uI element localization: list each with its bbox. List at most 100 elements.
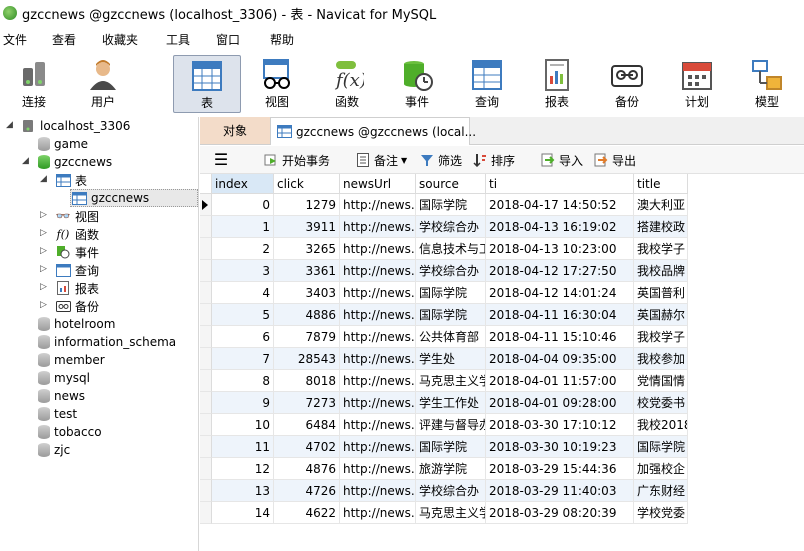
event-button[interactable]: 事件 bbox=[383, 55, 451, 113]
row-header[interactable] bbox=[200, 480, 212, 502]
tree-db-tobacco[interactable]: tobacco bbox=[38, 423, 102, 441]
row-header[interactable] bbox=[200, 370, 212, 392]
cell-click[interactable]: 3361 bbox=[274, 260, 340, 282]
cell-click[interactable]: 4886 bbox=[274, 304, 340, 326]
cell-index[interactable]: 0 bbox=[212, 194, 274, 216]
tree-db-hotelroom[interactable]: hotelroom bbox=[38, 315, 115, 333]
cell-ti[interactable]: 2018-04-17 14:50:52 bbox=[486, 194, 634, 216]
cell-newsurl[interactable]: http://news.g bbox=[340, 326, 416, 348]
row-header[interactable] bbox=[200, 326, 212, 348]
cell-index[interactable]: 6 bbox=[212, 326, 274, 348]
table-row[interactable]: 5 4886 http://news.g 国际学院 2018-04-11 16:30:0… bbox=[200, 304, 688, 326]
row-header[interactable] bbox=[200, 194, 212, 216]
cell-title[interactable]: 澳大利亚 bbox=[634, 194, 688, 216]
cell-source[interactable]: 马克思主义学 bbox=[416, 370, 486, 392]
cell-index[interactable]: 7 bbox=[212, 348, 274, 370]
cell-source[interactable]: 学校综合办 bbox=[416, 260, 486, 282]
cell-source[interactable]: 信息技术与工 bbox=[416, 238, 486, 260]
cell-source[interactable]: 国际学院 bbox=[416, 282, 486, 304]
menu-file[interactable]: 文件 bbox=[3, 31, 27, 48]
menu-view[interactable]: 查看 bbox=[52, 31, 76, 48]
row-header[interactable] bbox=[200, 216, 212, 238]
row-header[interactable] bbox=[200, 458, 212, 480]
cell-source[interactable]: 学生处 bbox=[416, 348, 486, 370]
export-button[interactable]: 导出 bbox=[593, 151, 636, 169]
connection-button[interactable]: 连接 bbox=[0, 55, 68, 113]
cell-source[interactable]: 评建与督导办 bbox=[416, 414, 486, 436]
cell-index[interactable]: 12 bbox=[212, 458, 274, 480]
column-header-title[interactable]: title bbox=[634, 174, 688, 194]
tree-db-mysql[interactable]: mysql bbox=[38, 369, 90, 387]
collapse-arrow-icon[interactable]: ◢ bbox=[40, 174, 47, 184]
table-row[interactable]: 9 7273 http://news.g 学生工作处 2018-04-01 09:28:… bbox=[200, 392, 688, 414]
model-button[interactable]: 模型 bbox=[733, 55, 801, 113]
tab-table-gzccnews[interactable]: gzccnews @gzccnews (local... bbox=[270, 117, 476, 145]
table-row[interactable]: 2 3265 http://news.g 信息技术与工 2018-04-13 10:23… bbox=[200, 238, 688, 260]
cell-ti[interactable]: 2018-04-04 09:35:00 bbox=[486, 348, 634, 370]
cell-source[interactable]: 学生工作处 bbox=[416, 392, 486, 414]
menu-help[interactable]: 帮助 bbox=[270, 31, 294, 48]
cell-newsurl[interactable]: http://news.g bbox=[340, 458, 416, 480]
tree-db-gzccnews[interactable]: gzccnews bbox=[38, 153, 112, 171]
column-header-newsurl[interactable]: newsUrl bbox=[340, 174, 416, 194]
cell-title[interactable]: 学校党委 bbox=[634, 502, 688, 524]
cell-newsurl[interactable]: http://news.g bbox=[340, 370, 416, 392]
cell-click[interactable]: 4702 bbox=[274, 436, 340, 458]
table-row[interactable]: 13 4726 http://news.g 学校综合办 2018-03-29 11:40… bbox=[200, 480, 688, 502]
cell-source[interactable]: 公共体育部 bbox=[416, 326, 486, 348]
tree-tables-group[interactable]: 表 bbox=[55, 171, 87, 189]
expand-arrow-icon[interactable]: ▷ bbox=[40, 246, 47, 256]
tree-events-group[interactable]: 事件 bbox=[55, 243, 99, 261]
schedule-button[interactable]: 计划 bbox=[663, 55, 731, 113]
cell-title[interactable]: 我校参加 bbox=[634, 348, 688, 370]
cell-newsurl[interactable]: http://news.g bbox=[340, 216, 416, 238]
cell-index[interactable]: 13 bbox=[212, 480, 274, 502]
cell-title[interactable]: 校党委书 bbox=[634, 392, 688, 414]
row-header[interactable] bbox=[200, 392, 212, 414]
cell-title[interactable]: 我校学子 bbox=[634, 326, 688, 348]
cell-index[interactable]: 9 bbox=[212, 392, 274, 414]
collapse-arrow-icon[interactable]: ◢ bbox=[6, 120, 13, 130]
tree-reports-group[interactable]: 报表 bbox=[55, 279, 99, 297]
cell-index[interactable]: 3 bbox=[212, 260, 274, 282]
expand-arrow-icon[interactable]: ▷ bbox=[40, 264, 47, 274]
cell-title[interactable]: 广东财经 bbox=[634, 480, 688, 502]
cell-click[interactable]: 3911 bbox=[274, 216, 340, 238]
row-header[interactable] bbox=[200, 282, 212, 304]
expand-arrow-icon[interactable]: ▷ bbox=[40, 300, 47, 310]
cell-click[interactable]: 4876 bbox=[274, 458, 340, 480]
table-row[interactable]: 10 6484 http://news.g 评建与督导办 2018-03-30 17:1… bbox=[200, 414, 688, 436]
cell-click[interactable]: 3403 bbox=[274, 282, 340, 304]
cell-ti[interactable]: 2018-04-12 17:27:50 bbox=[486, 260, 634, 282]
view-button[interactable]: 视图 bbox=[243, 55, 311, 113]
table-row[interactable]: 1 3911 http://news.g 学校综合办 2018-04-13 16:19:… bbox=[200, 216, 688, 238]
cell-click[interactable]: 6484 bbox=[274, 414, 340, 436]
cell-click[interactable]: 7273 bbox=[274, 392, 340, 414]
cell-ti[interactable]: 2018-04-12 14:01:24 bbox=[486, 282, 634, 304]
cell-click[interactable]: 4622 bbox=[274, 502, 340, 524]
row-header[interactable] bbox=[200, 414, 212, 436]
table-row[interactable]: 4 3403 http://news.g 国际学院 2018-04-12 14:01:2… bbox=[200, 282, 688, 304]
row-header[interactable] bbox=[200, 436, 212, 458]
cell-index[interactable]: 10 bbox=[212, 414, 274, 436]
row-header[interactable] bbox=[200, 502, 212, 524]
cell-newsurl[interactable]: http://news.g bbox=[340, 414, 416, 436]
expand-arrow-icon[interactable]: ▷ bbox=[40, 282, 47, 292]
import-button[interactable]: 导入 bbox=[540, 151, 583, 169]
note-button[interactable]: 备注 ▼ bbox=[355, 151, 407, 169]
cell-index[interactable]: 2 bbox=[212, 238, 274, 260]
cell-source[interactable]: 马克思主义学 bbox=[416, 502, 486, 524]
tree-db-game[interactable]: game bbox=[38, 135, 88, 153]
cell-title[interactable]: 英国赫尔 bbox=[634, 304, 688, 326]
expand-arrow-icon[interactable]: ▷ bbox=[40, 228, 47, 238]
cell-index[interactable]: 1 bbox=[212, 216, 274, 238]
tree-views-group[interactable]: 👓 视图 bbox=[55, 207, 100, 225]
menu-hamburger-button[interactable]: ☰ bbox=[213, 151, 232, 169]
cell-click[interactable]: 7879 bbox=[274, 326, 340, 348]
cell-title[interactable]: 我校2018 bbox=[634, 414, 688, 436]
cell-newsurl[interactable]: http://news.g bbox=[340, 480, 416, 502]
cell-newsurl[interactable]: http://news.g bbox=[340, 348, 416, 370]
cell-ti[interactable]: 2018-03-29 08:20:39 bbox=[486, 502, 634, 524]
table-button[interactable]: 表 bbox=[173, 55, 241, 113]
cell-index[interactable]: 14 bbox=[212, 502, 274, 524]
